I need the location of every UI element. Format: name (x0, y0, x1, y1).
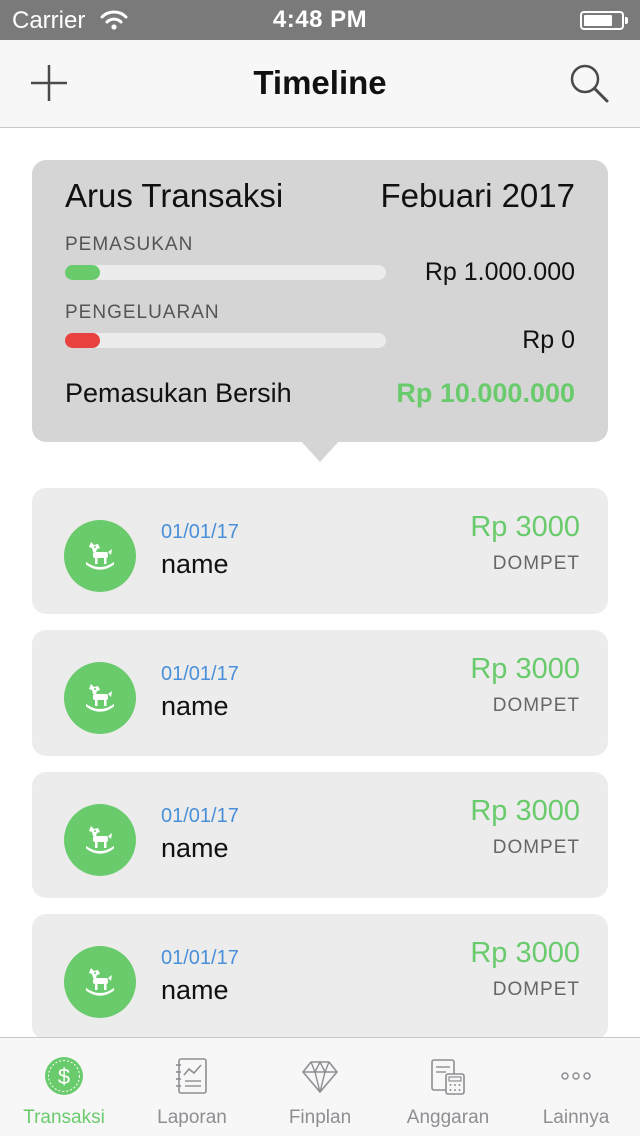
expense-amount: Rp 0 (522, 326, 575, 354)
net-income-value: Rp 10.000.000 (396, 378, 575, 408)
battery-icon (580, 11, 628, 30)
report-notebook-icon (176, 1058, 207, 1094)
transaction-summary-card: Arus Transaksi Febuari 2017 PEMASUKAN Rp… (32, 160, 608, 442)
tab-anggaran[interactable]: Anggaran (384, 1038, 512, 1136)
transaction-wallet: DOMPET (492, 979, 580, 1000)
income-progress-track (65, 265, 386, 280)
transaction-name: name (161, 833, 229, 863)
transaction-item[interactable]: 01/01/17 name Rp 3000 DOMPET (32, 630, 608, 756)
tab-laporan[interactable]: Laporan (128, 1038, 256, 1136)
expense-label: PENGELUARAN (65, 302, 220, 323)
transaction-item[interactable]: 01/01/17 name Rp 3000 DOMPET (32, 488, 608, 614)
net-income-label: Pemasukan Bersih (65, 378, 292, 408)
transaction-date: 01/01/17 (161, 521, 239, 543)
svg-text:$: $ (58, 1064, 70, 1089)
summary-pointer (300, 440, 340, 462)
transaction-wallet: DOMPET (492, 695, 580, 716)
transaction-name: name (161, 691, 229, 721)
rocking-horse-icon (64, 804, 136, 876)
transaction-date: 01/01/17 (161, 947, 239, 969)
transaction-amount: Rp 3000 (470, 937, 580, 969)
transaction-amount: Rp 3000 (470, 511, 580, 543)
transaction-amount: Rp 3000 (470, 653, 580, 685)
tab-label: Laporan (157, 1107, 227, 1128)
navigation-bar: Timeline (0, 40, 640, 128)
status-bar: Carrier 4:48 PM (0, 0, 640, 40)
transaction-name: name (161, 549, 229, 579)
search-icon[interactable] (568, 62, 612, 106)
summary-title: Arus Transaksi (65, 177, 284, 214)
dollar-coin-icon: $ (45, 1057, 83, 1095)
tab-transaksi[interactable]: $ Transaksi (0, 1038, 128, 1136)
status-time: 4:48 PM (272, 6, 368, 33)
tab-label: Finplan (288, 1107, 352, 1128)
expense-progress-fill (65, 333, 101, 348)
page-title: Timeline (253, 64, 387, 101)
tab-finplan[interactable]: Finplan (256, 1038, 384, 1136)
expense-progress-track (65, 333, 386, 348)
calculator-icon (431, 1059, 465, 1095)
rocking-horse-icon (64, 946, 136, 1018)
tab-bar: $ Transaksi Laporan Finplan Anggaran Lai… (0, 1037, 640, 1136)
rocking-horse-icon (64, 662, 136, 734)
transaction-item[interactable]: 01/01/17 name Rp 3000 DOMPET (32, 772, 608, 898)
diamond-icon (302, 1060, 338, 1093)
transaction-amount: Rp 3000 (470, 795, 580, 827)
income-label: PEMASUKAN (65, 234, 194, 255)
income-progress-fill (65, 265, 101, 280)
tab-lainnya[interactable]: Lainnya (512, 1038, 640, 1136)
tab-label: Anggaran (406, 1107, 490, 1128)
transaction-name: name (161, 975, 229, 1005)
summary-period: Febuari 2017 (380, 177, 575, 214)
rocking-horse-icon (64, 520, 136, 592)
transaction-wallet: DOMPET (492, 837, 580, 858)
transaction-date: 01/01/17 (161, 663, 239, 685)
transaction-date: 01/01/17 (161, 805, 239, 827)
transaction-item[interactable]: 01/01/17 name Rp 3000 DOMPET (32, 914, 608, 1040)
tab-label: Lainnya (542, 1107, 610, 1128)
transaction-wallet: DOMPET (492, 553, 580, 574)
income-amount: Rp 1.000.000 (424, 258, 575, 286)
tab-label: Transaksi (23, 1107, 105, 1128)
more-dots-icon (561, 1072, 591, 1080)
